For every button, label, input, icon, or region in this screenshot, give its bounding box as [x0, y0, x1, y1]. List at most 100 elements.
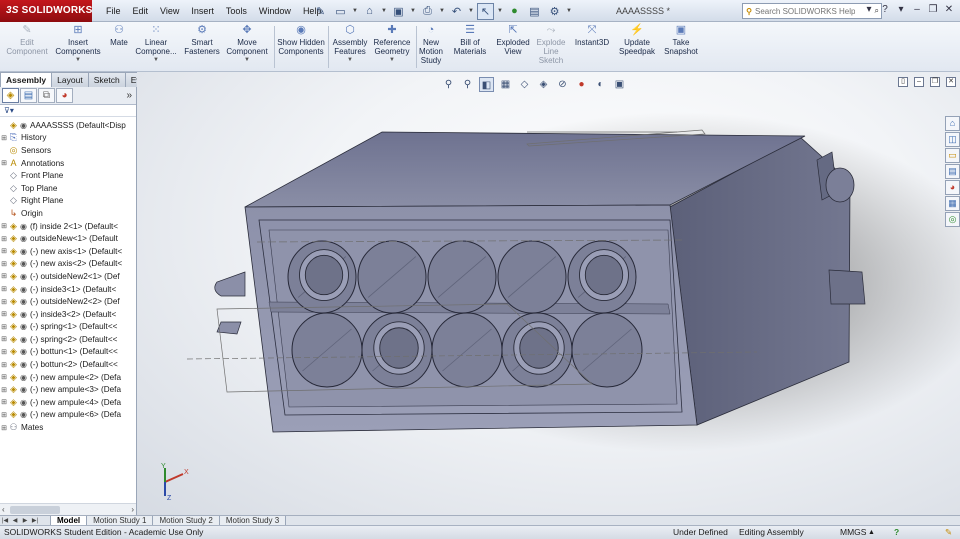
- expand-icon[interactable]: ⊞: [0, 272, 8, 280]
- take-snapshot-button[interactable]: ▣ Take Snapshot: [662, 24, 700, 72]
- pin-icon[interactable]: ✎: [312, 3, 329, 20]
- expand-icon[interactable]: ⊞: [0, 386, 8, 394]
- undo-icon[interactable]: ↶: [448, 3, 465, 20]
- expand-icon[interactable]: ⊞: [0, 411, 8, 419]
- tree-item[interactable]: ⊞ ◈ ◉ (-) bottun<1> (Default<<: [0, 346, 136, 359]
- expand-icon[interactable]: ⊞: [0, 335, 8, 343]
- expand-icon[interactable]: ⊞: [0, 247, 8, 255]
- expand-icon[interactable]: ⊞: [0, 323, 8, 331]
- tree-item[interactable]: ⊞ ◈ ◉ (-) new ampule<6> (Defa: [0, 409, 136, 422]
- tab-sketch[interactable]: Sketch: [87, 72, 126, 87]
- tree-item[interactable]: ◇ Right Plane: [0, 195, 136, 208]
- insert-components-button[interactable]: ⊞ Insert Components ▼: [52, 24, 104, 72]
- unit-system[interactable]: MMGS: [840, 526, 866, 539]
- tree-item[interactable]: ⊞ ◈ ◉ (-) inside3<2> (Default<: [0, 308, 136, 321]
- quick-tips-icon[interactable]: ?: [894, 526, 899, 539]
- close-icon[interactable]: ✕: [942, 2, 956, 18]
- menu-view[interactable]: View: [154, 0, 185, 22]
- exploded-view-button[interactable]: ⇱ Exploded View: [492, 24, 534, 72]
- tree-item[interactable]: ⊞ ◈ ◉ outsideNew<1> (Default: [0, 232, 136, 245]
- tree-item[interactable]: ⊞ ◈ ◉ (-) inside3<1> (Default<: [0, 283, 136, 296]
- next-tab-icon[interactable]: ▶: [20, 517, 30, 524]
- show-hidden-components-button[interactable]: ◉ Show Hidden Components: [276, 24, 326, 72]
- display-style-icon[interactable]: ◈: [536, 77, 551, 92]
- view-orientation-icon[interactable]: ◇: [517, 77, 532, 92]
- feature-tree-scrollbar[interactable]: ‹ ›: [0, 503, 136, 515]
- tree-item[interactable]: ◎ Sensors: [0, 144, 136, 157]
- configuration-manager-tab-icon[interactable]: ⧉: [38, 88, 55, 103]
- section-view-icon[interactable]: ▦: [498, 77, 513, 92]
- update-speedpak-button[interactable]: ⚡ Update Speedpak: [616, 24, 658, 72]
- linear-component-pattern-button[interactable]: ⁙ Linear Compone... ▼: [134, 24, 178, 72]
- tab-motion-study-2[interactable]: Motion Study 2: [152, 515, 220, 526]
- open-dropdown-icon[interactable]: ▼: [381, 8, 387, 14]
- select-dropdown-icon[interactable]: ▼: [497, 8, 503, 14]
- tree-item[interactable]: ⊞ ⚇ Mates: [0, 421, 136, 434]
- last-tab-icon[interactable]: ▶|: [30, 517, 40, 524]
- tree-item[interactable]: ⊞ ◈ ◉ (f) inside 2<1> (Default<: [0, 220, 136, 233]
- expand-icon[interactable]: ⊞: [0, 361, 8, 369]
- linear-pattern-dropdown-icon[interactable]: ▼: [134, 56, 178, 65]
- first-tab-icon[interactable]: |◀: [0, 517, 10, 524]
- tree-item[interactable]: ⊞ ◈ ◉ (-) new axis<2> (Default<: [0, 258, 136, 271]
- assembly-features-dropdown-icon[interactable]: ▼: [330, 56, 370, 65]
- help-search-box[interactable]: ⚲ ⌕: [742, 3, 882, 19]
- tree-item[interactable]: ⊞ ◈ ◉ (-) outsideNew2<1> (Def: [0, 270, 136, 283]
- view-settings-icon[interactable]: ▣: [612, 77, 627, 92]
- print-dropdown-icon[interactable]: ▼: [439, 8, 445, 14]
- display-manager-tab-icon[interactable]: ◕: [56, 88, 73, 103]
- feature-tree-tab-icon[interactable]: ◈: [2, 88, 19, 103]
- help-dropdown-icon[interactable]: ▾: [894, 2, 908, 18]
- options-icon[interactable]: ⚙: [546, 3, 563, 20]
- design-library-icon[interactable]: ◫: [945, 132, 960, 147]
- edit-appearance-icon[interactable]: ●: [574, 77, 589, 92]
- restore-icon[interactable]: ❐: [926, 2, 940, 18]
- tree-item[interactable]: ⊞ ◈ ◉ (-) new ampule<2> (Defa: [0, 371, 136, 384]
- menu-window[interactable]: Window: [253, 0, 297, 22]
- new-motion-study-button[interactable]: ◔ New Motion Study: [417, 24, 445, 72]
- new-dropdown-icon[interactable]: ▼: [352, 8, 358, 14]
- tree-item[interactable]: ◇ Top Plane: [0, 182, 136, 195]
- tree-item[interactable]: ⊞ ◈ ◉ (-) new ampule<4> (Defa: [0, 396, 136, 409]
- edit-component-button[interactable]: ✎ Edit Component: [4, 24, 50, 72]
- viewport-close-icon[interactable]: ✕: [946, 77, 956, 87]
- solidworks-logo[interactable]: 3S SOLIDWORKS: [0, 0, 92, 22]
- tree-item[interactable]: ⊞ ◈ ◉ (-) bottun<2> (Default<<: [0, 358, 136, 371]
- move-component-button[interactable]: ✥ Move Component ▼: [224, 24, 270, 72]
- file-explorer-icon[interactable]: ▭: [945, 148, 960, 163]
- tree-item[interactable]: ↳ Origin: [0, 207, 136, 220]
- expand-icon[interactable]: ⊞: [0, 373, 8, 381]
- expand-icon[interactable]: ⊞: [0, 398, 8, 406]
- solidworks-resources-icon[interactable]: ⌂: [945, 116, 960, 131]
- move-component-dropdown-icon[interactable]: ▼: [224, 56, 270, 65]
- options-dropdown-icon[interactable]: ▼: [566, 8, 572, 14]
- hide-show-items-icon[interactable]: ⊘: [555, 77, 570, 92]
- tree-item[interactable]: ⊞ ⎘ History: [0, 132, 136, 145]
- apply-scene-icon[interactable]: ◐: [593, 77, 608, 92]
- solidworks-forum-icon[interactable]: ◎: [945, 212, 960, 227]
- save-dropdown-icon[interactable]: ▼: [410, 8, 416, 14]
- previous-view-icon[interactable]: ◧: [479, 76, 494, 92]
- expand-icon[interactable]: ⊞: [0, 235, 8, 243]
- property-manager-tab-icon[interactable]: ▤: [20, 88, 37, 103]
- menu-file[interactable]: File: [100, 0, 127, 22]
- tab-assembly[interactable]: Assembly: [0, 72, 53, 87]
- tree-filter[interactable]: ⊽▾: [0, 105, 136, 117]
- scrollbar-thumb[interactable]: [10, 506, 60, 514]
- search-dropdown-icon[interactable]: ▾: [862, 2, 876, 18]
- smart-fasteners-button[interactable]: ⚙ Smart Fasteners: [180, 24, 224, 72]
- expand-icon[interactable]: ⊞: [0, 310, 8, 318]
- expand-icon[interactable]: ⊞: [0, 134, 8, 142]
- help-search-input[interactable]: [755, 6, 855, 16]
- expand-icon[interactable]: ⊞: [0, 285, 8, 293]
- expand-icon[interactable]: ⊞: [0, 424, 8, 432]
- more-tabs-icon[interactable]: »: [126, 90, 132, 101]
- menu-tools[interactable]: Tools: [220, 0, 253, 22]
- instant3d-button[interactable]: ⤧ Instant3D: [572, 24, 612, 72]
- tree-item[interactable]: ◇ Front Plane: [0, 169, 136, 182]
- tab-motion-study-3[interactable]: Motion Study 3: [218, 515, 287, 526]
- custom-properties-icon[interactable]: ▦: [945, 196, 960, 211]
- tree-item[interactable]: ⊞ ◈ ◉ (-) new ampule<3> (Defa: [0, 383, 136, 396]
- expand-icon[interactable]: ⊞: [0, 298, 8, 306]
- tree-item[interactable]: ⊞ ◈ ◉ (-) spring<1> (Default<<: [0, 321, 136, 334]
